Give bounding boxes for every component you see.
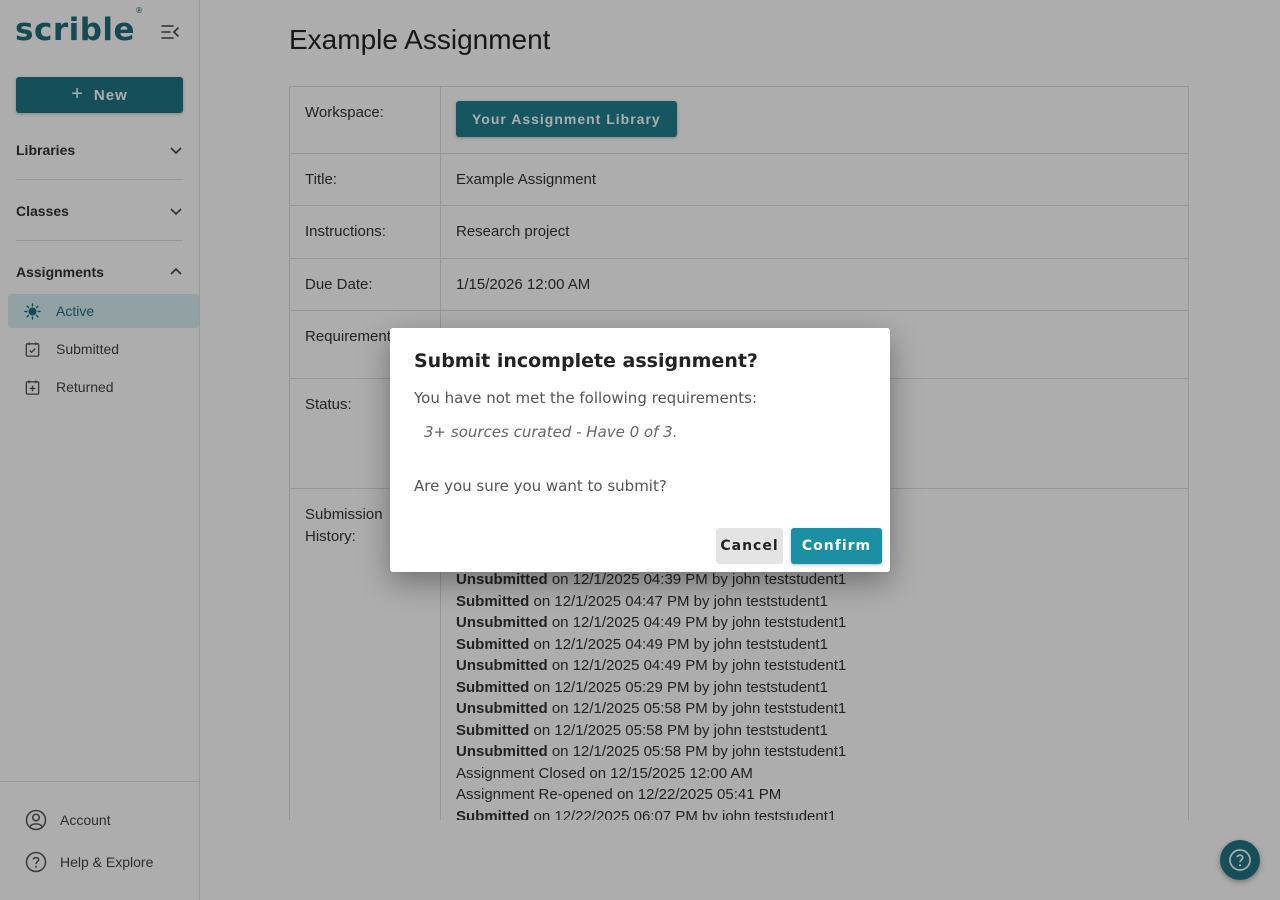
submit-incomplete-dialog: Submit incomplete assignment? You have n… <box>390 328 890 572</box>
confirm-button[interactable]: Confirm <box>791 528 882 564</box>
dialog-title: Submit incomplete assignment? <box>414 350 758 372</box>
dialog-message: You have not met the following requireme… <box>414 389 758 407</box>
dialog-question: Are you sure you want to submit? <box>414 477 667 495</box>
unmet-requirement: 3+ sources curated - Have 0 of 3. <box>424 423 678 441</box>
cancel-button[interactable]: Cancel <box>716 528 783 564</box>
